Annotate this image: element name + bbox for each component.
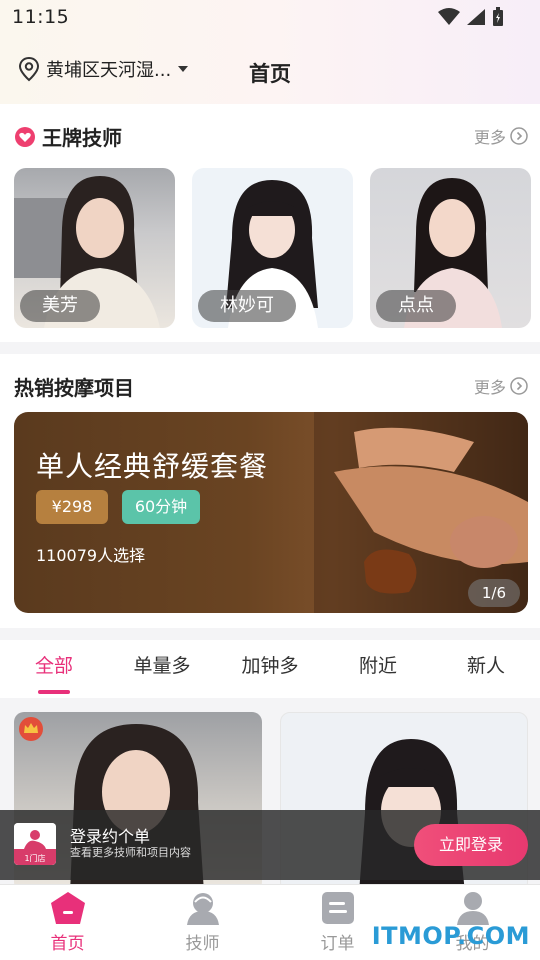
signal-icon	[467, 9, 485, 25]
chevron-right-circle-icon	[510, 127, 528, 145]
svg-text:1门店: 1门店	[24, 853, 45, 863]
technician-name: 点点	[376, 290, 456, 322]
nav-label: 技师	[185, 934, 220, 954]
status-icons	[438, 7, 504, 27]
technician-name: 林妙可	[198, 290, 296, 322]
technician-list: 美芳 林妙可 点点	[14, 168, 531, 328]
app-logo-icon: 1门店	[14, 823, 56, 865]
crown-badge-icon	[19, 717, 43, 741]
login-prompt-bar: 1门店 登录约个单 查看更多技师和项目内容 立即登录	[0, 810, 540, 880]
banner-title: 单人经典舒缓套餐	[36, 450, 269, 483]
page-title: 首页	[249, 62, 291, 86]
sold-count: 110079人选择	[36, 546, 146, 565]
hot-projects-section: 热销按摩项目 更多 单人经典舒缓套餐 ¥298 60分钟 110079人选择 1…	[0, 354, 540, 628]
technician-card[interactable]: 美芳	[14, 168, 175, 328]
status-time: 11:15	[12, 6, 70, 28]
tab-most-extensions[interactable]: 加钟多	[216, 640, 324, 698]
app-logo: 1门店	[14, 823, 56, 865]
tab-most-orders[interactable]: 单量多	[108, 640, 216, 698]
home-icon	[50, 892, 85, 924]
nav-label: 订单	[320, 934, 355, 954]
order-icon	[321, 892, 354, 924]
header-area: 11:15 黄埔区天河湿... 首页	[0, 0, 540, 104]
section-title: 王牌技师	[42, 126, 122, 150]
technician-card[interactable]: 林妙可	[192, 168, 353, 328]
login-button[interactable]: 立即登录	[414, 824, 528, 866]
technician-icon	[186, 893, 219, 925]
tab-nearby[interactable]: 附近	[324, 640, 432, 698]
section-title: 热销按摩项目	[14, 376, 134, 400]
heart-chat-icon	[15, 126, 35, 147]
battery-icon	[493, 7, 503, 26]
nav-label: 首页	[50, 934, 85, 954]
status-bar: 11:15	[0, 0, 540, 36]
more-label: 更多	[473, 378, 506, 397]
filter-tabs: 全部 单量多 加钟多 附近 新人	[0, 640, 540, 698]
technician-name: 美芳	[20, 290, 100, 322]
banner-pager: 1/6	[467, 579, 520, 607]
more-label: 更多	[473, 128, 506, 147]
profile-icon	[456, 892, 489, 925]
duration-tag: 60分钟	[122, 490, 200, 524]
wifi-icon	[438, 8, 460, 25]
project-banner[interactable]: 单人经典舒缓套餐 ¥298 60分钟 110079人选择 1/6	[14, 412, 528, 613]
star-technician-section: 王牌技师 更多 美芳 林妙可 点点	[0, 104, 540, 342]
chevron-right-circle-icon	[510, 377, 528, 395]
price-tag: ¥298	[36, 490, 108, 524]
tab-all[interactable]: 全部	[0, 640, 108, 698]
login-subtitle: 查看更多技师和项目内容	[70, 846, 191, 859]
tab-new[interactable]: 新人	[432, 640, 540, 698]
section-header: 王牌技师	[14, 122, 122, 151]
nav-home[interactable]: 首页	[0, 885, 135, 960]
section-header: 热销按摩项目	[14, 372, 134, 401]
watermark: ITMOP.COM	[371, 922, 530, 950]
more-technicians-link[interactable]: 更多	[474, 124, 528, 148]
nav-technician[interactable]: 技师	[135, 885, 270, 960]
more-projects-link[interactable]: 更多	[474, 374, 528, 398]
technician-card[interactable]: 点点	[370, 168, 531, 328]
